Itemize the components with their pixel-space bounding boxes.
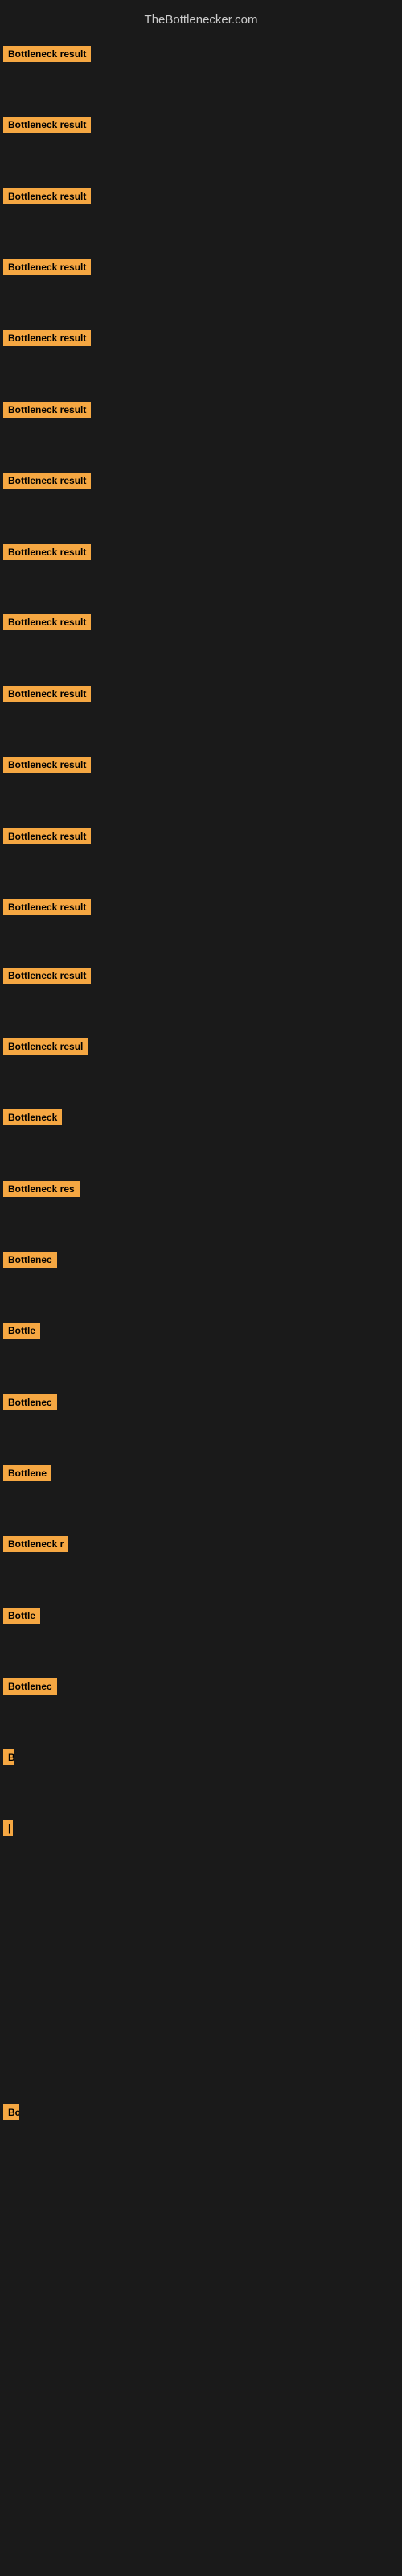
bottleneck-badge: Bottleneck result (3, 757, 91, 773)
bottleneck-badge: Bottleneck res (3, 1181, 80, 1197)
bottleneck-badge: Bottleneck resul (3, 1038, 88, 1055)
bottleneck-badge: Bottleneck result (3, 188, 91, 204)
bottleneck-item: Bottle (3, 1608, 40, 1624)
bottleneck-item: Bottleneck r (3, 1536, 68, 1552)
bottleneck-item: Bo (3, 2104, 19, 2120)
bottleneck-item: Bottleneck result (3, 968, 91, 984)
bottleneck-item: Bottleneck result (3, 544, 91, 560)
bottleneck-item: Bottleneck result (3, 757, 91, 773)
bottleneck-item: Bottleneck result (3, 402, 91, 418)
bottleneck-badge: | (3, 1820, 13, 1836)
bottleneck-badge: Bottleneck result (3, 686, 91, 702)
bottleneck-item: Bottlenec (3, 1394, 57, 1410)
bottleneck-badge: Bottleneck result (3, 614, 91, 630)
bottleneck-item: Bottleneck result (3, 46, 91, 62)
bottleneck-badge: Bottleneck result (3, 117, 91, 133)
bottleneck-item: Bottleneck result (3, 614, 91, 630)
bottleneck-badge: Bottlene (3, 1465, 51, 1481)
bottleneck-badge: Bottle (3, 1608, 40, 1624)
bottleneck-item: Bottleneck result (3, 686, 91, 702)
bottleneck-item: Bottleneck result (3, 330, 91, 346)
bottleneck-badge: Bottleneck r (3, 1536, 68, 1552)
bottleneck-item: Bottleneck result (3, 117, 91, 133)
bottleneck-badge: Bottleneck (3, 1109, 62, 1125)
bottleneck-item: Bottleneck result (3, 188, 91, 204)
bottleneck-badge: Bottlenec (3, 1394, 57, 1410)
bottleneck-badge: Bottle (3, 1323, 40, 1339)
bottleneck-badge: Bottleneck result (3, 544, 91, 560)
bottleneck-item: Bottleneck res (3, 1181, 80, 1197)
bottleneck-badge: Bottleneck result (3, 259, 91, 275)
bottleneck-item: Bottleneck (3, 1109, 62, 1125)
bottleneck-item: Bottlene (3, 1465, 51, 1481)
bottleneck-item: Bottleneck result (3, 899, 91, 915)
bottleneck-badge: Bottleneck result (3, 828, 91, 844)
bottleneck-badge: Bottlenec (3, 1678, 57, 1695)
bottleneck-item: Bottlenec (3, 1678, 57, 1695)
page-container: TheBottlenecker.com Bottleneck result Bot… (0, 0, 402, 2576)
bottleneck-badge: Bottleneck result (3, 899, 91, 915)
bottleneck-badge: Bottlenec (3, 1252, 57, 1268)
bottleneck-item: Bottleneck resul (3, 1038, 88, 1055)
bottleneck-item: Bottleneck result (3, 473, 91, 489)
bottleneck-item: Bottleneck result (3, 828, 91, 844)
bottleneck-item: Bottlenec (3, 1252, 57, 1268)
bottleneck-badge: Bottleneck result (3, 330, 91, 346)
bottleneck-badge: Bottleneck result (3, 46, 91, 62)
bottleneck-item: Bottle (3, 1323, 40, 1339)
bottleneck-item: Bottleneck result (3, 259, 91, 275)
bottleneck-badge: Bottleneck result (3, 402, 91, 418)
site-title: TheBottlenecker.com (0, 6, 402, 33)
bottleneck-badge: Bottleneck result (3, 968, 91, 984)
bottleneck-item: | (3, 1820, 13, 1836)
bottleneck-item: B (3, 1749, 14, 1765)
bottleneck-badge: B (3, 1749, 14, 1765)
bottleneck-badge: Bo (3, 2104, 19, 2120)
bottleneck-badge: Bottleneck result (3, 473, 91, 489)
